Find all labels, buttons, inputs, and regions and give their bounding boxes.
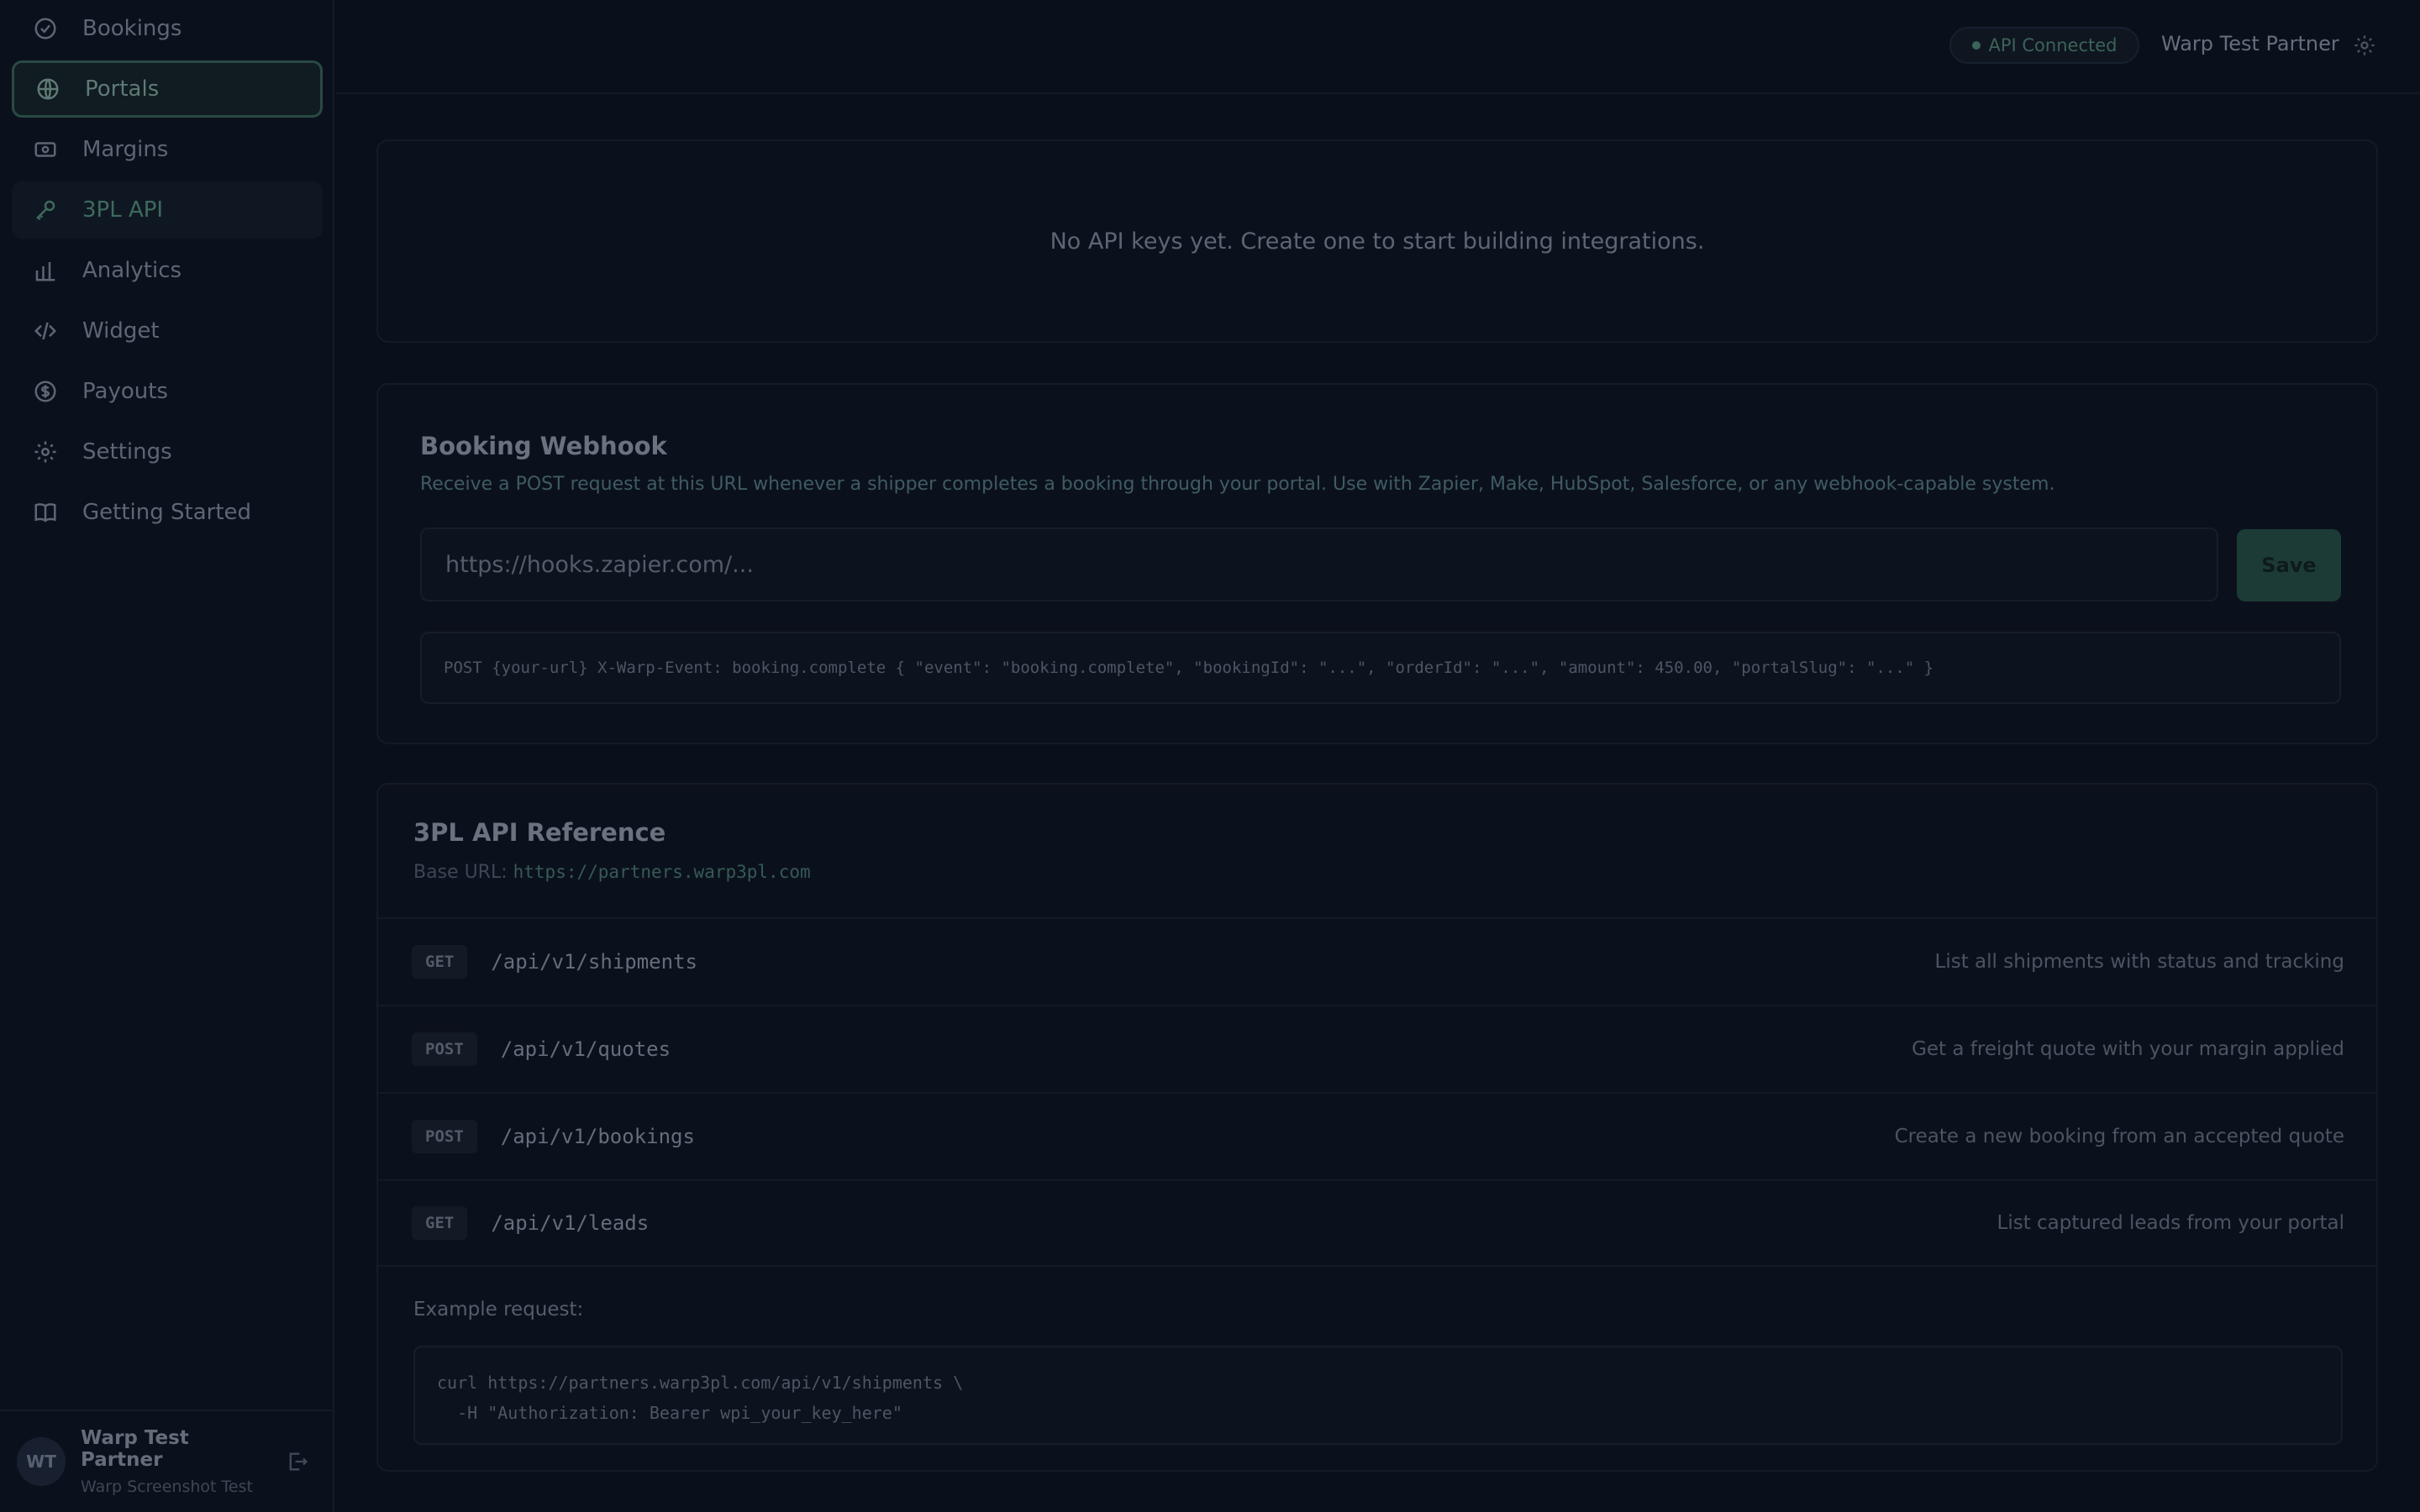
sidebar: Bookings Portals Margins 3PL API Analyti… (0, 0, 334, 1512)
example-request-label: Example request: (413, 1299, 584, 1320)
webhook-payload-code: POST {your-url} X-Warp-Event: booking.co… (420, 632, 2341, 704)
sidebar-item-label: Analytics (82, 258, 182, 283)
endpoint-description: Create a new booking from an accepted qu… (1894, 1126, 2344, 1147)
user-name: Warp Test Partner (81, 1427, 189, 1471)
method-badge: POST (412, 1120, 477, 1153)
sidebar-item-label: Widget (82, 318, 160, 344)
dollar-circle-icon (32, 378, 59, 405)
sidebar-item-portals[interactable]: Portals (12, 60, 323, 118)
method-badge: GET (412, 1206, 468, 1240)
code-icon (32, 318, 59, 344)
partner-name: Warp Test Partner (2161, 32, 2339, 55)
save-button[interactable]: Save (2237, 529, 2341, 601)
sidebar-item-label: Portals (85, 76, 160, 102)
topbar: API Connected Warp Test Partner (336, 0, 2420, 94)
method-badge: POST (412, 1032, 477, 1066)
api-reference-card: 3PL API Reference Base URL: https://part… (376, 783, 2378, 1472)
app: Bookings Portals Margins 3PL API Analyti… (0, 0, 2420, 1512)
endpoint-row[interactable]: POST /api/v1/bookings Create a new booki… (378, 1092, 2378, 1179)
endpoint-row[interactable]: GET /api/v1/leads List captured leads fr… (378, 1179, 2378, 1267)
key-icon (32, 197, 59, 223)
settings-gear-icon[interactable] (2353, 34, 2378, 59)
bar-chart-icon (32, 257, 59, 284)
base-url-label: Base URL: (413, 862, 513, 883)
booking-webhook-card: Booking Webhook Receive a POST request a… (376, 383, 2378, 744)
user-profile: WT Warp Test Partner Warp Screenshot Tes… (0, 1410, 333, 1512)
sidebar-item-label: 3PL API (82, 197, 164, 223)
example-request-code: curl https://partners.warp3pl.com/api/v1… (413, 1346, 2343, 1445)
sidebar-item-widget[interactable]: Widget (12, 302, 323, 360)
sidebar-item-bookings[interactable]: Bookings (12, 0, 323, 57)
book-icon (32, 499, 59, 526)
avatar: WT (17, 1437, 66, 1486)
empty-state-text: No API keys yet. Create one to start bui… (1050, 228, 1705, 255)
endpoint-description: List all shipments with status and track… (1934, 951, 2344, 973)
api-keys-empty-state: No API keys yet. Create one to start bui… (376, 139, 2378, 343)
sidebar-item-margins[interactable]: Margins (12, 121, 323, 178)
sidebar-item-label: Margins (82, 137, 169, 162)
endpoint-path: /api/v1/quotes (500, 1037, 671, 1061)
banknote-icon (32, 136, 59, 163)
sidebar-item-label: Bookings (82, 16, 182, 41)
method-badge: GET (412, 945, 468, 979)
logout-icon[interactable] (286, 1450, 311, 1475)
status-label: API Connected (1988, 35, 2118, 55)
sidebar-item-label: Payouts (82, 379, 168, 404)
sidebar-item-payouts[interactable]: Payouts (12, 363, 323, 420)
reference-title: 3PL API Reference (413, 818, 666, 847)
base-url: Base URL: https://partners.warp3pl.com (413, 862, 811, 883)
sidebar-item-settings[interactable]: Settings (12, 423, 323, 480)
user-org: Warp Screenshot Test (81, 1478, 253, 1496)
sidebar-item-analytics[interactable]: Analytics (12, 242, 323, 299)
sidebar-item-3pl-api[interactable]: 3PL API (12, 181, 323, 239)
user-info: Warp Test Partner Warp Screenshot Test (81, 1427, 274, 1496)
sidebar-item-label: Settings (82, 439, 172, 465)
base-url-value[interactable]: https://partners.warp3pl.com (513, 862, 811, 882)
sidebar-item-label: Getting Started (82, 500, 252, 525)
status-dot (1971, 41, 1981, 50)
status-badge: API Connected (1949, 27, 2139, 64)
endpoint-path: /api/v1/shipments (491, 950, 697, 974)
webhook-title: Booking Webhook (420, 432, 667, 460)
endpoint-description: Get a freight quote with your margin app… (1912, 1038, 2344, 1060)
endpoint-path: /api/v1/bookings (500, 1125, 695, 1148)
endpoint-row[interactable]: GET /api/v1/shipments List all shipments… (378, 917, 2378, 1005)
endpoint-description: List captured leads from your portal (1996, 1212, 2344, 1234)
sidebar-item-getting-started[interactable]: Getting Started (12, 484, 323, 541)
webhook-description: Receive a POST request at this URL whene… (420, 474, 2055, 495)
gear-icon (32, 438, 59, 465)
endpoint-row[interactable]: POST /api/v1/quotes Get a freight quote … (378, 1005, 2378, 1092)
endpoint-path: /api/v1/leads (491, 1211, 650, 1235)
webhook-url-input[interactable] (420, 528, 2218, 601)
globe-icon (34, 76, 61, 102)
check-circle-icon (32, 15, 59, 42)
